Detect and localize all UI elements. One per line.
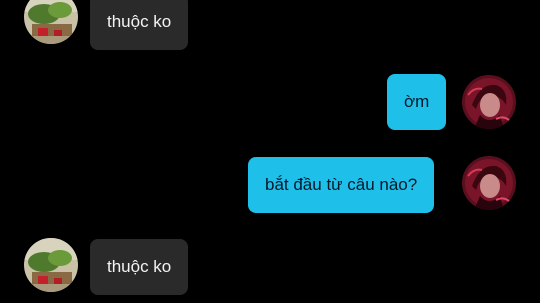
message-text: thuộc ko [107, 257, 172, 276]
message-bubble-outgoing[interactable]: ờm [387, 74, 447, 130]
self-avatar[interactable] [462, 156, 516, 210]
message-text: ờm [404, 92, 430, 111]
message-text: bắt đầu từ câu nào? [265, 175, 418, 194]
message-bubble-incoming[interactable]: thuộc ko [90, 0, 189, 50]
self-avatar[interactable] [462, 75, 516, 129]
friend-avatar[interactable] [24, 238, 78, 292]
friend-avatar[interactable] [24, 0, 78, 44]
message-bubble-outgoing[interactable]: bắt đầu từ câu nào? [248, 157, 435, 213]
message-text: thuộc ko [107, 12, 172, 31]
chat-thread: thuộc ko ờm bắt đầu từ câu nào? thuộc ko [0, 0, 540, 303]
message-bubble-incoming[interactable]: thuộc ko [90, 239, 189, 295]
